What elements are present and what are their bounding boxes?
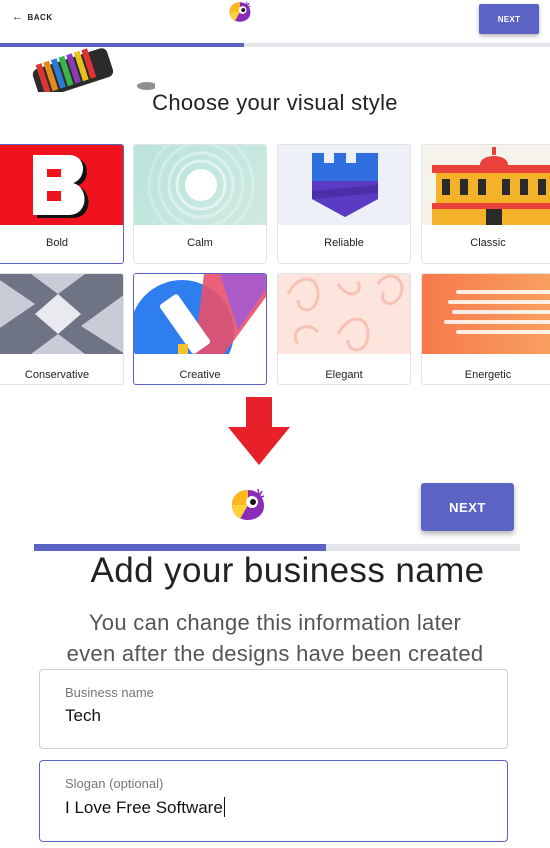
down-arrow-icon	[228, 397, 290, 465]
subtitle-line-2: even after the designs have been created	[66, 641, 484, 666]
progress-fill-bottom	[34, 544, 326, 551]
progress-bar-bottom	[34, 544, 520, 551]
next-button-top[interactable]: NEXT	[479, 4, 539, 34]
energetic-style-art	[422, 274, 550, 354]
back-label: BACK	[27, 13, 53, 22]
bold-style-art	[0, 145, 123, 225]
style-tile-conservative[interactable]: Conservative	[0, 273, 124, 385]
text-caret	[223, 797, 225, 817]
style-tile-calm[interactable]: Calm	[133, 144, 267, 264]
elegant-style-art	[278, 274, 410, 354]
style-tile-bold[interactable]: Bold	[0, 144, 124, 264]
logo-icon	[232, 488, 265, 520]
style-tile-elegant[interactable]: Elegant	[277, 273, 411, 385]
back-arrow-icon: ←	[12, 11, 24, 23]
visual-style-title: Choose your visual style	[152, 90, 398, 115]
slogan-value-wrap[interactable]: I Love Free Software	[65, 797, 225, 818]
style-label: Energetic	[464, 369, 512, 381]
business-name-title: Add your business name	[90, 551, 485, 590]
style-label: Classic	[470, 237, 506, 249]
style-tile-reliable[interactable]: Reliable	[277, 144, 411, 264]
style-label: Conservative	[24, 369, 90, 381]
slogan-label: Slogan (optional)	[65, 776, 164, 791]
creative-style-art	[134, 274, 266, 354]
style-label: Creative	[179, 369, 221, 381]
style-tile-energetic[interactable]: Energetic	[421, 273, 550, 385]
style-label: Reliable	[324, 237, 364, 249]
pencil-case-image	[32, 48, 155, 92]
style-tile-creative[interactable]: Creative	[133, 273, 267, 385]
next-button-bottom[interactable]: NEXT	[421, 483, 514, 531]
logo-icon	[229, 1, 251, 22]
subtitle: You can change this information later ev…	[40, 607, 510, 669]
classic-style-art	[422, 145, 550, 225]
business-name-label: Business name	[65, 685, 154, 700]
style-label: Bold	[45, 237, 69, 249]
top-header: ← BACK NEXT	[0, 0, 550, 47]
back-button[interactable]: ← BACK	[12, 12, 53, 23]
subtitle-line-1: You can change this information later	[88, 610, 462, 635]
reliable-style-art	[278, 145, 410, 225]
calm-style-art	[134, 145, 266, 225]
style-label: Elegant	[325, 369, 363, 381]
slogan-field[interactable]: Slogan (optional) I Love Free Software	[39, 760, 508, 842]
slogan-value: I Love Free Software	[65, 798, 223, 817]
style-tile-classic[interactable]: Classic	[421, 144, 550, 264]
business-name-field[interactable]: Business name Tech	[39, 669, 508, 749]
style-label: Calm	[187, 237, 213, 249]
business-name-value[interactable]: Tech	[65, 706, 101, 726]
conservative-style-art	[0, 274, 123, 354]
